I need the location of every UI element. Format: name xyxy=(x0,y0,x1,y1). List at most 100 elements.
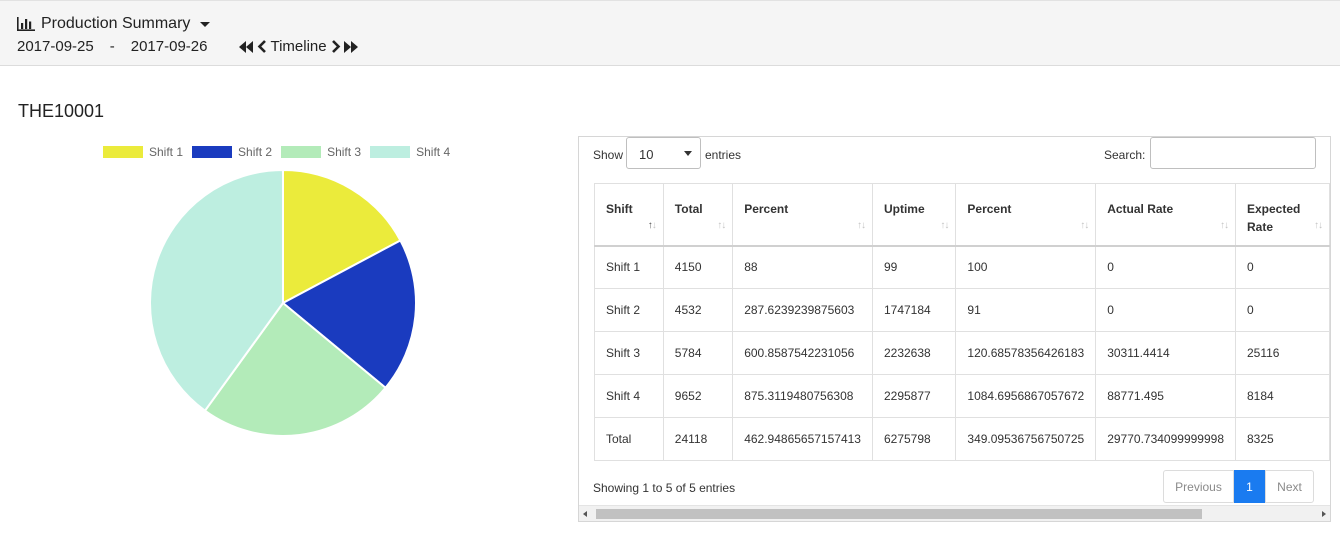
legend-label: Shift 3 xyxy=(327,145,362,159)
pie-chart xyxy=(149,168,417,437)
report-selector[interactable]: Production Summary xyxy=(17,15,211,33)
table-cell: 1084.6956867057672 xyxy=(955,374,1097,418)
table-cell: Total xyxy=(594,417,664,461)
chevron-right-icon[interactable] xyxy=(331,40,341,53)
timeline-nav: Timeline xyxy=(239,38,358,55)
column-header[interactable]: Uptime ↑↓ xyxy=(871,183,957,247)
scroll-right-icon[interactable] xyxy=(1322,511,1326,517)
sort-icon: ↑↓ xyxy=(1080,219,1089,231)
column-header-label: Uptime xyxy=(883,202,925,216)
legend-item[interactable]: Shift 3 xyxy=(281,145,361,159)
table-controls: Show 10 entries Search: xyxy=(593,137,1317,171)
table-info: Showing 1 to 5 of 5 entries xyxy=(593,481,736,495)
entries-label: entries xyxy=(705,148,742,162)
table-row: Total 24118 462.94865657157413 6275798 349.0… xyxy=(594,417,1330,461)
table-cell: 9652 xyxy=(662,374,734,418)
legend-swatch xyxy=(281,146,322,158)
table-cell: 24118 xyxy=(662,417,734,461)
column-header-label: Actual Rate xyxy=(1107,202,1174,216)
previous-page-button[interactable]: Previous xyxy=(1163,470,1234,503)
fast-backward-icon[interactable] xyxy=(239,40,254,53)
table-cell: 2295877 xyxy=(871,374,957,418)
fast-forward-icon[interactable] xyxy=(343,40,359,53)
page-length-select[interactable]: 10 xyxy=(626,137,701,169)
legend-swatch xyxy=(192,146,233,158)
legend-label: Shift 1 xyxy=(149,145,184,159)
table-cell: 875.3119480756308 xyxy=(732,374,873,418)
column-header-label: Total xyxy=(674,202,703,216)
table-cell: 4150 xyxy=(662,245,734,289)
table-panel: Show 10 entries Search: Shift ↑↓ Total ↑↓ Pe… xyxy=(578,136,1331,522)
table-cell: 100 xyxy=(955,245,1097,289)
sort-icon: ↑↓ xyxy=(647,219,657,231)
column-header[interactable]: Actual Rate ↑↓ xyxy=(1095,183,1236,247)
column-header[interactable]: Expected Rate ↑↓ xyxy=(1235,183,1330,247)
column-header[interactable]: Percent ↑↓ xyxy=(955,183,1097,247)
pagination: Previous 1 Next xyxy=(1163,470,1314,503)
table-cell: Shift 3 xyxy=(594,331,664,375)
table-cell: 25116 xyxy=(1235,331,1330,375)
date-start[interactable]: 2017-09-25 xyxy=(17,38,94,55)
column-header-label: Percent xyxy=(744,202,789,216)
table-cell: 0 xyxy=(1235,288,1330,332)
page-1-button[interactable]: 1 xyxy=(1234,470,1265,503)
column-header[interactable]: Total ↑↓ xyxy=(662,183,734,247)
table-cell: 29770.734099999998 xyxy=(1095,417,1236,461)
sort-icon: ↑↓ xyxy=(1314,219,1323,231)
table-cell: 349.09536756750725 xyxy=(955,417,1097,461)
column-header-label: Expected Rate xyxy=(1247,202,1301,234)
table-row: Shift 2 4532 287.6239239875603 1747184 91 0 0 xyxy=(594,288,1330,332)
sort-icon: ↑↓ xyxy=(940,219,949,231)
legend-item[interactable]: Shift 1 xyxy=(103,145,183,159)
search-label: Search: xyxy=(1104,148,1146,162)
date-range: 2017-09-25 - 2017-09-26 Timeline xyxy=(17,38,359,55)
table-row: Shift 1 4150 88 99 100 0 0 xyxy=(594,245,1330,289)
legend-label: Shift 2 xyxy=(238,145,273,159)
table-cell: 88771.495 xyxy=(1095,374,1236,418)
column-header-label: Shift xyxy=(606,202,633,216)
chart-legend: Shift 1 Shift 2 Shift 3 Shift 4 xyxy=(103,145,459,159)
date-separator: - xyxy=(109,38,115,55)
table-cell: 287.6239239875603 xyxy=(732,288,873,332)
next-page-button[interactable]: Next xyxy=(1265,470,1314,503)
report-title: Production Summary xyxy=(41,15,191,32)
legend-item[interactable]: Shift 4 xyxy=(370,145,450,159)
timeline-label[interactable]: Timeline xyxy=(270,38,326,55)
table-cell: Shift 1 xyxy=(594,245,664,289)
table-cell: 99 xyxy=(871,245,957,289)
table-cell: 0 xyxy=(1095,245,1236,289)
table-cell: 462.94865657157413 xyxy=(732,417,873,461)
machine-title: THE10001 xyxy=(18,101,105,121)
table-cell: 8325 xyxy=(1235,417,1330,461)
table-cell: 0 xyxy=(1095,288,1236,332)
column-header[interactable]: Percent ↑↓ xyxy=(732,183,873,247)
column-header[interactable]: Shift ↑↓ xyxy=(594,183,664,247)
table-cell: Shift 2 xyxy=(594,288,664,332)
table-cell: 30311.4414 xyxy=(1095,331,1236,375)
table-cell: 6275798 xyxy=(871,417,957,461)
sort-icon: ↑↓ xyxy=(717,219,726,231)
table-cell: 0 xyxy=(1235,245,1330,289)
table-cell: Shift 4 xyxy=(594,374,664,418)
table-cell: 8184 xyxy=(1235,374,1330,418)
table-cell: 1747184 xyxy=(871,288,957,332)
chevron-left-icon[interactable] xyxy=(257,40,267,53)
legend-swatch xyxy=(370,146,411,158)
horizontal-scrollbar[interactable] xyxy=(579,505,1330,521)
search-input[interactable] xyxy=(1150,137,1316,169)
date-end[interactable]: 2017-09-26 xyxy=(131,38,208,55)
scrollbar-thumb[interactable] xyxy=(596,509,1202,519)
page-length-value: 10 xyxy=(639,147,654,162)
chevron-down-icon xyxy=(200,22,211,27)
top-bar: Production Summary 2017-09-25 - 2017-09-… xyxy=(0,0,1340,66)
legend-label: Shift 4 xyxy=(416,145,451,159)
table-cell: 91 xyxy=(955,288,1097,332)
data-table: Shift ↑↓ Total ↑↓ Percent ↑↓ Uptime ↑↓ Percent ↑↓… xyxy=(594,183,1330,461)
scroll-left-icon[interactable] xyxy=(583,511,587,517)
select-caret-icon xyxy=(684,151,692,156)
sort-icon: ↑↓ xyxy=(856,219,866,231)
show-label: Show xyxy=(593,148,624,162)
table-cell: 2232638 xyxy=(871,331,957,375)
table-header-row: Shift ↑↓ Total ↑↓ Percent ↑↓ Uptime ↑↓ Percent ↑↓… xyxy=(594,183,1330,247)
legend-item[interactable]: Shift 2 xyxy=(192,145,272,159)
